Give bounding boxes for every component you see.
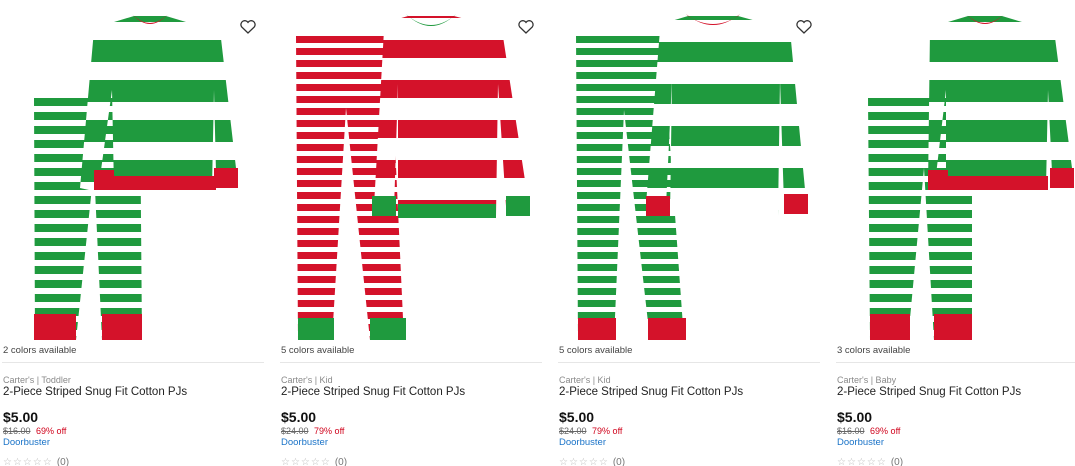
- review-count: (0): [612, 457, 626, 466]
- product-title[interactable]: 2-Piece Striped Snug Fit Cotton PJs: [559, 386, 743, 398]
- promo-badge: Doorbuster: [3, 437, 50, 448]
- brand-line: Carter's | Baby: [837, 375, 897, 385]
- divider: [2, 362, 264, 363]
- sale-price: $5.00: [3, 409, 39, 425]
- product-title[interactable]: 2-Piece Striped Snug Fit Cotton PJs: [281, 386, 465, 398]
- divider: [836, 362, 1075, 363]
- brand-line: Carter's | Kid: [559, 375, 611, 385]
- wishlist-heart-icon[interactable]: [516, 17, 536, 37]
- product-grid: 2 colors available Carter's | Toddler 2-…: [0, 0, 1075, 466]
- product-title[interactable]: 2-Piece Striped Snug Fit Cotton PJs: [837, 386, 1021, 398]
- rating[interactable]: ☆☆☆☆☆ (0): [281, 457, 347, 466]
- product-title[interactable]: 2-Piece Striped Snug Fit Cotton PJs: [3, 386, 187, 398]
- pricing-row: $24.00 79% off: [559, 426, 622, 436]
- divider: [280, 362, 542, 363]
- rating[interactable]: ☆☆☆☆☆ (0): [837, 457, 903, 466]
- original-price: $24.00: [559, 426, 587, 436]
- star-icon: ☆☆☆☆☆: [559, 457, 609, 466]
- star-icon: ☆☆☆☆☆: [281, 457, 331, 466]
- rating[interactable]: ☆☆☆☆☆ (0): [3, 457, 69, 466]
- product-image[interactable]: [558, 0, 820, 345]
- review-count: (0): [890, 457, 904, 466]
- review-count: (0): [56, 457, 70, 466]
- original-price: $16.00: [837, 426, 865, 436]
- product-card[interactable]: 5 colors available Carter's | Kid 2-Piec…: [280, 0, 542, 466]
- divider: [558, 362, 820, 363]
- wishlist-heart-icon[interactable]: [238, 17, 258, 37]
- colors-available[interactable]: 5 colors available: [559, 345, 632, 356]
- colors-available[interactable]: 3 colors available: [837, 345, 910, 356]
- wishlist-heart-icon[interactable]: [794, 17, 814, 37]
- discount-percent: 69% off: [36, 426, 67, 436]
- product-image[interactable]: [280, 0, 542, 345]
- star-icon: ☆☆☆☆☆: [3, 457, 53, 466]
- original-price: $24.00: [281, 426, 309, 436]
- promo-badge: Doorbuster: [281, 437, 328, 448]
- original-price: $16.00: [3, 426, 31, 436]
- brand-line: Carter's | Toddler: [3, 375, 71, 385]
- discount-percent: 69% off: [870, 426, 901, 436]
- colors-available[interactable]: 2 colors available: [3, 345, 76, 356]
- review-count: (0): [334, 457, 348, 466]
- product-image[interactable]: [836, 0, 1075, 345]
- pricing-row: $24.00 79% off: [281, 426, 344, 436]
- colors-available[interactable]: 5 colors available: [281, 345, 354, 356]
- discount-percent: 79% off: [314, 426, 345, 436]
- rating[interactable]: ☆☆☆☆☆ (0): [559, 457, 625, 466]
- product-card[interactable]: 2 colors available Carter's | Toddler 2-…: [2, 0, 264, 466]
- star-icon: ☆☆☆☆☆: [837, 457, 887, 466]
- pricing-row: $16.00 69% off: [837, 426, 900, 436]
- product-card[interactable]: 3 colors available Carter's | Baby 2-Pie…: [836, 0, 1075, 466]
- promo-badge: Doorbuster: [559, 437, 606, 448]
- sale-price: $5.00: [837, 409, 873, 425]
- promo-badge: Doorbuster: [837, 437, 884, 448]
- brand-line: Carter's | Kid: [281, 375, 333, 385]
- product-card[interactable]: 5 colors available Carter's | Kid 2-Piec…: [558, 0, 820, 466]
- pricing-row: $16.00 69% off: [3, 426, 66, 436]
- discount-percent: 79% off: [592, 426, 623, 436]
- sale-price: $5.00: [281, 409, 317, 425]
- product-image[interactable]: [2, 0, 264, 345]
- sale-price: $5.00: [559, 409, 595, 425]
